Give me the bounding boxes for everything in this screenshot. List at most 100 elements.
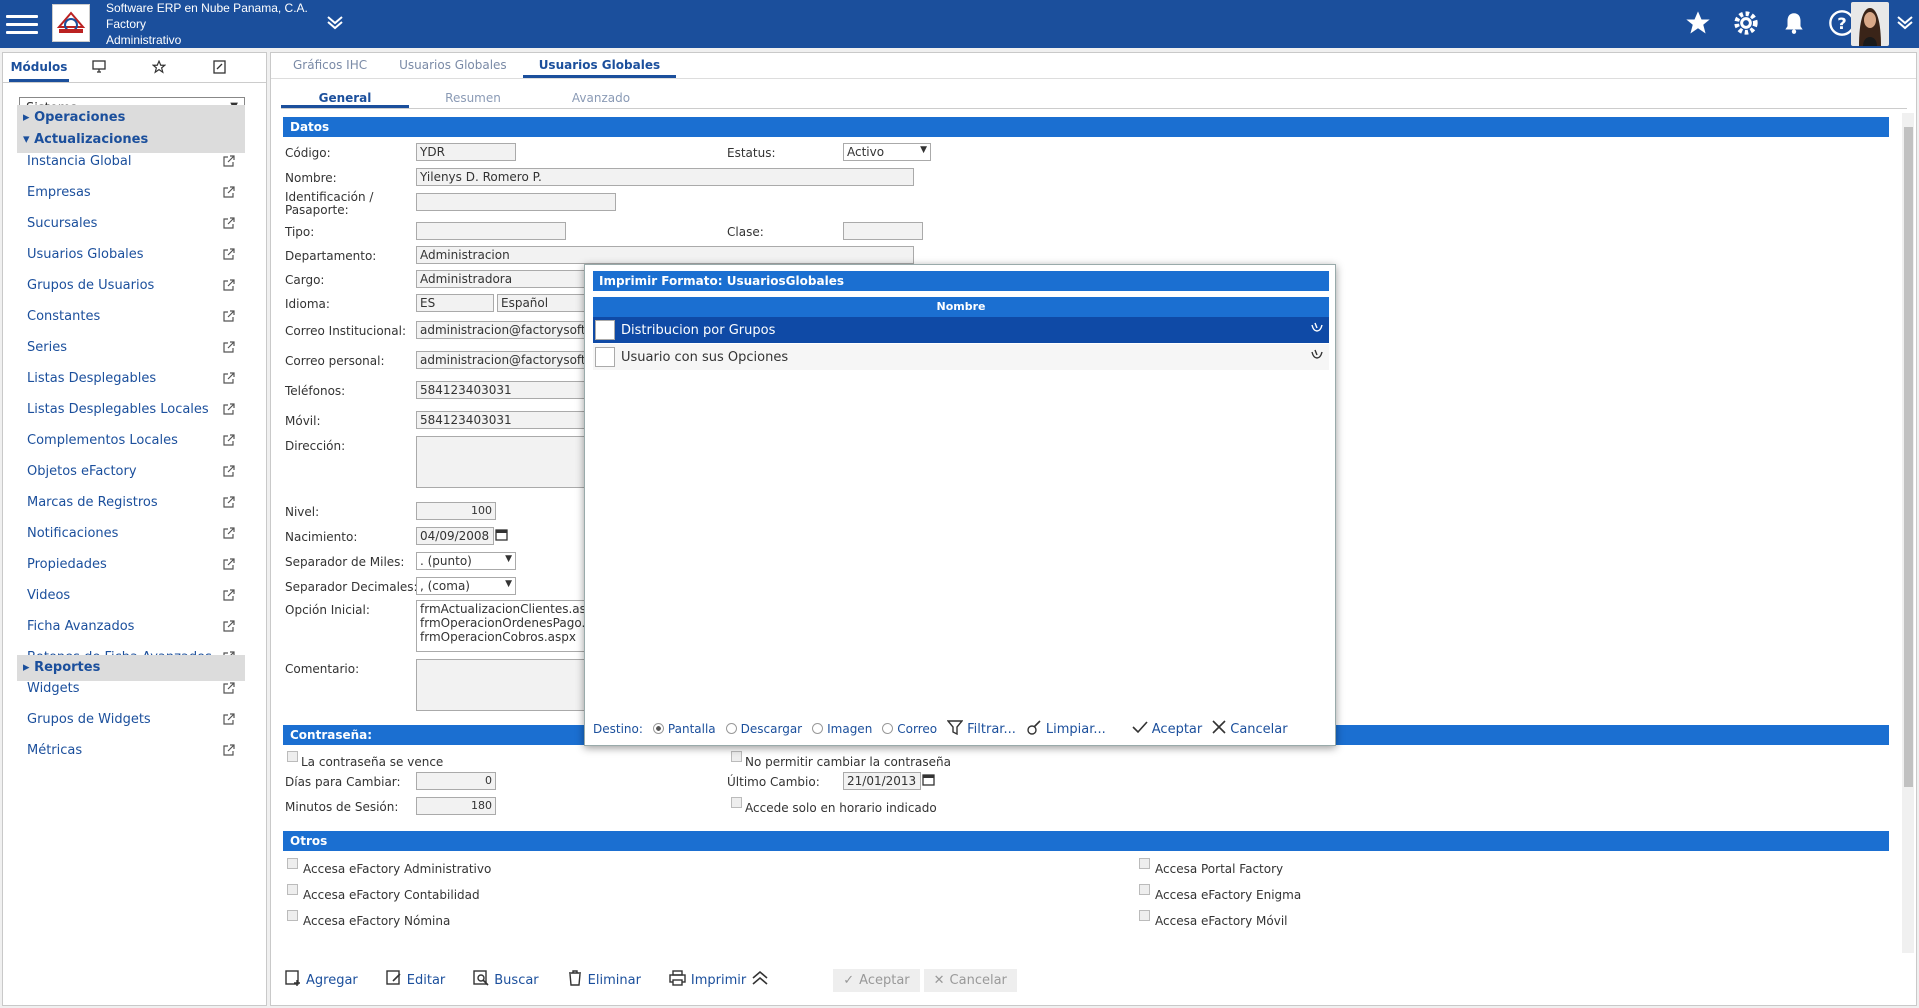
separador-decimales-select[interactable]: , (coma) ▼ [416, 577, 516, 595]
eliminar-button[interactable]: Eliminar [563, 967, 645, 993]
horario-checkbox[interactable] [731, 797, 742, 808]
accesa-contabilidad-checkbox[interactable] [287, 884, 298, 895]
filtrar-button[interactable]: Filtrar... [946, 719, 1016, 739]
form-scrollbar[interactable] [1902, 113, 1914, 953]
dias-cambiar-field[interactable]: 0 [416, 772, 496, 790]
sidebar-item[interactable]: Objetos eFactory [17, 456, 245, 487]
chevron-up-icon[interactable] [751, 970, 769, 990]
ultimo-cambio-field[interactable]: 21/01/2013 [843, 772, 921, 790]
tab-notes[interactable] [189, 54, 249, 82]
clean-icon[interactable] [1305, 348, 1329, 366]
sidebar-item[interactable]: Notificaciones [17, 518, 245, 549]
clase-field[interactable] [843, 222, 923, 240]
dialog-aceptar-button[interactable]: Aceptar [1132, 720, 1202, 738]
row-checkbox[interactable] [595, 320, 615, 340]
external-link-icon[interactable] [223, 278, 237, 293]
tab-favorites[interactable] [129, 54, 189, 82]
sidebar-item[interactable]: Listas Desplegables Locales [17, 394, 245, 425]
list-item[interactable]: Distribucion por Grupos [593, 317, 1329, 343]
accesa-movil-checkbox[interactable] [1139, 910, 1150, 921]
external-link-icon[interactable] [223, 495, 237, 510]
menu-icon[interactable] [6, 10, 38, 38]
destino-imagen-radio[interactable]: Imagen [812, 722, 872, 736]
sidebar-item[interactable]: Métricas [17, 735, 245, 766]
gear-icon[interactable] [1731, 6, 1761, 40]
accesa-enigma-checkbox[interactable] [1139, 884, 1150, 895]
external-link-icon[interactable] [223, 154, 237, 169]
chevron-down-icon[interactable] [1895, 12, 1915, 36]
sidebar-item[interactable]: Instancia Global [17, 146, 245, 177]
sidebar-item[interactable]: Complementos Locales [17, 425, 245, 456]
external-link-icon[interactable] [223, 309, 237, 324]
external-link-icon[interactable] [223, 402, 237, 417]
sidebar-item[interactable]: Propiedades [17, 549, 245, 580]
editar-button[interactable]: Editar [382, 967, 450, 993]
tab-resumen[interactable]: Resumen [409, 87, 537, 108]
agregar-button[interactable]: Agregar [281, 967, 362, 993]
sidebar-item[interactable]: Videos [17, 580, 245, 611]
nacimiento-field[interactable]: 04/09/2008 [416, 527, 494, 545]
nombre-field[interactable]: Yilenys D. Romero P. [416, 168, 914, 186]
identificacion-field[interactable] [416, 193, 616, 211]
separador-miles-select[interactable]: . (punto) ▼ [416, 552, 516, 570]
star-icon[interactable] [1683, 6, 1713, 40]
sidebar-item[interactable]: Listas Desplegables [17, 363, 245, 394]
destino-correo-radio[interactable]: Correo [882, 722, 937, 736]
sidebar-item[interactable]: Constantes [17, 301, 245, 332]
group-reportes[interactable]: ▸ Reportes [17, 655, 245, 681]
accesa-nomina-checkbox[interactable] [287, 910, 298, 921]
tab-avanzado[interactable]: Avanzado [537, 87, 665, 108]
dialog-cancelar-button[interactable]: Cancelar [1212, 720, 1288, 738]
external-link-icon[interactable] [223, 619, 237, 634]
external-link-icon[interactable] [223, 371, 237, 386]
tab-graficos-ihc[interactable]: Gráficos IHC [277, 53, 383, 78]
clean-icon[interactable] [1305, 321, 1329, 339]
tab-desktop[interactable] [69, 54, 129, 82]
external-link-icon[interactable] [223, 340, 237, 355]
aceptar-button[interactable]: ✓ Aceptar [833, 968, 920, 992]
destino-descargar-radio[interactable]: Descargar [725, 722, 802, 736]
imprimir-button[interactable]: Imprimir [665, 967, 773, 993]
external-link-icon[interactable] [223, 557, 237, 572]
departamento-field[interactable]: Administracion [416, 246, 914, 264]
external-link-icon[interactable] [223, 588, 237, 603]
bell-icon[interactable] [1779, 6, 1809, 40]
list-item[interactable]: Usuario con sus Opciones [593, 344, 1329, 370]
external-link-icon[interactable] [223, 681, 237, 696]
external-link-icon[interactable] [223, 216, 237, 231]
estatus-select[interactable]: Activo ▼ [843, 143, 931, 161]
accesa-portal-checkbox[interactable] [1139, 858, 1150, 869]
external-link-icon[interactable] [223, 247, 237, 262]
tab-general[interactable]: General [281, 87, 409, 108]
calendar-icon[interactable] [922, 773, 935, 790]
nivel-field[interactable]: 100 [416, 502, 496, 520]
buscar-button[interactable]: Buscar [469, 967, 542, 993]
no-cambiar-checkbox[interactable] [731, 751, 742, 762]
tab-usuarios-globales-2[interactable]: Usuarios Globales [522, 53, 677, 78]
minutos-sesion-field[interactable]: 180 [416, 797, 496, 815]
accesa-administrativo-checkbox[interactable] [287, 858, 298, 869]
limpiar-button[interactable]: Limpiar... [1026, 719, 1106, 739]
sidebar-item[interactable]: Empresas [17, 177, 245, 208]
external-link-icon[interactable] [223, 526, 237, 541]
scrollbar-thumb[interactable] [1904, 127, 1913, 787]
chevron-down-icon[interactable] [325, 12, 345, 36]
tab-modulos[interactable]: Módulos [9, 54, 69, 82]
sidebar-item[interactable]: Usuarios Globales [17, 239, 245, 270]
avatar[interactable] [1851, 2, 1889, 46]
cancelar-button[interactable]: ✕ Cancelar [923, 968, 1017, 992]
codigo-field[interactable]: YDR [416, 143, 516, 161]
idioma-code-field[interactable]: ES [416, 294, 494, 312]
external-link-icon[interactable] [223, 464, 237, 479]
external-link-icon[interactable] [223, 185, 237, 200]
external-link-icon[interactable] [223, 712, 237, 727]
external-link-icon[interactable] [223, 433, 237, 448]
sidebar-item[interactable]: Series [17, 332, 245, 363]
row-checkbox[interactable] [595, 347, 615, 367]
sidebar-item[interactable]: Grupos de Widgets [17, 704, 245, 735]
destino-pantalla-radio[interactable]: Pantalla [652, 722, 716, 736]
sidebar-item[interactable]: Grupos de Usuarios [17, 270, 245, 301]
idioma-name-field[interactable]: Español [497, 294, 597, 312]
tipo-field[interactable] [416, 222, 566, 240]
contrasena-vence-checkbox[interactable] [287, 751, 298, 762]
